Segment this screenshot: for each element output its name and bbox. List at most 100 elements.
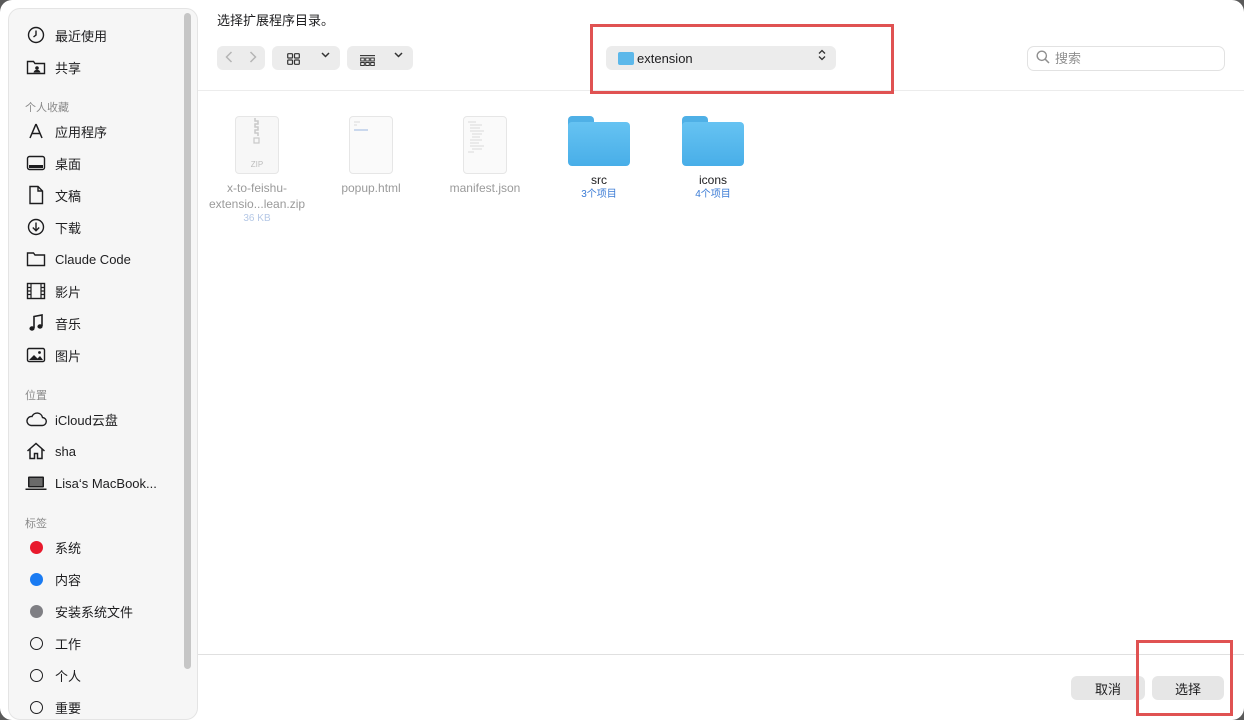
html-file-icon: [349, 116, 393, 174]
back-button[interactable]: [217, 50, 241, 66]
footer-divider: [198, 654, 1244, 655]
sidebar-item-label: iCloud云盘: [55, 412, 118, 428]
file-name-line1: x-to-feishu-: [226, 181, 288, 195]
download-icon: [25, 216, 47, 238]
blue-tag-icon: [29, 572, 43, 586]
sidebar-item-desktop[interactable]: 桌面: [25, 149, 185, 177]
group-grid-icon: [360, 53, 375, 71]
sidebar: 最近使用 共享 个人收藏 应用程序 桌面 文稿 下载 Claude Code 影…: [8, 8, 198, 720]
folder-name: icons: [698, 173, 727, 187]
file-chooser-window: 最近使用 共享 个人收藏 应用程序 桌面 文稿 下载 Claude Code 影…: [0, 0, 1244, 720]
sidebar-item-label: 内容: [55, 572, 82, 588]
cloud-icon: [25, 408, 47, 430]
folder-item-count: 3个项目: [581, 189, 617, 200]
sidebar-tag-install-files[interactable]: 安装系统文件: [25, 597, 185, 625]
sidebar-item-label: 共享: [55, 60, 82, 76]
folder-name: src: [591, 173, 607, 187]
sidebar-item-label: 文稿: [55, 188, 82, 204]
file-item[interactable]: ZIP x-to-feishu- extensio...lean.zip 36 …: [209, 116, 305, 226]
zip-label: ZIP: [250, 160, 264, 169]
sidebar-scrollbar[interactable]: [184, 13, 191, 669]
sidebar-item-label: 下载: [55, 220, 82, 236]
sidebar-item-recents[interactable]: 最近使用: [25, 21, 185, 49]
photo-icon: [25, 344, 47, 366]
search-icon: [1036, 50, 1050, 67]
chevron-right-icon: [249, 51, 257, 63]
sidebar-item-icloud[interactable]: iCloud云盘: [25, 405, 185, 433]
folder-item[interactable]: src 3个项目: [551, 116, 647, 202]
zip-file-icon: ZIP: [235, 116, 279, 174]
folder-icon: [568, 116, 630, 166]
document-icon: [25, 184, 47, 206]
sidebar-item-movies[interactable]: 影片: [25, 277, 185, 305]
sidebar-tag-work[interactable]: 工作: [25, 629, 185, 657]
sidebar-item-label: 应用程序: [55, 124, 108, 140]
folder-icon: [25, 248, 47, 270]
empty-tag-icon: [29, 668, 43, 682]
sidebar-tag-important[interactable]: 重要: [25, 693, 185, 719]
section-header-tags: 标签: [25, 518, 47, 530]
folder-item-count: 4个项目: [695, 189, 731, 200]
section-header-locations: 位置: [25, 390, 47, 402]
chevron-down-icon: [394, 50, 403, 61]
file-name: popup.html: [341, 181, 401, 195]
sidebar-item-label: Lisa‘s MacBook...: [55, 475, 157, 491]
empty-tag-icon: [29, 636, 43, 650]
sidebar-item-label: sha: [55, 443, 76, 459]
json-file-icon: [463, 116, 507, 174]
desktop-icon: [25, 152, 47, 174]
file-item[interactable]: manifest.json: [437, 116, 533, 196]
sidebar-item-label: 系统: [55, 540, 82, 556]
sidebar-item-claude-code[interactable]: Claude Code: [25, 245, 185, 273]
file-name: manifest.json: [449, 181, 521, 195]
highlight-box-path: [590, 24, 894, 94]
applications-icon: [25, 120, 47, 142]
section-header-favorites: 个人收藏: [25, 102, 69, 114]
group-by-button[interactable]: [347, 46, 413, 70]
sidebar-item-label: 个人: [55, 668, 82, 684]
file-item[interactable]: popup.html: [323, 116, 419, 196]
music-icon: [25, 312, 47, 334]
sidebar-item-label: 最近使用: [55, 28, 108, 44]
sidebar-item-pictures[interactable]: 图片: [25, 341, 185, 369]
sidebar-item-label: 桌面: [55, 156, 82, 172]
sidebar-item-label: 影片: [55, 284, 82, 300]
film-icon: [25, 280, 47, 302]
sidebar-item-label: 安装系统文件: [55, 604, 134, 620]
chevron-down-icon: [321, 50, 330, 61]
sidebar-item-applications[interactable]: 应用程序: [25, 117, 185, 145]
sidebar-tag-personal[interactable]: 个人: [25, 661, 185, 689]
sidebar-item-macbook[interactable]: Lisa‘s MacBook...: [25, 469, 185, 497]
highlight-box-choose: [1136, 640, 1233, 716]
folder-item[interactable]: icons 4个项目: [665, 116, 761, 202]
sidebar-tag-content[interactable]: 内容: [25, 565, 185, 593]
sidebar-item-music[interactable]: 音乐: [25, 309, 185, 337]
sidebar-item-documents[interactable]: 文稿: [25, 181, 185, 209]
sidebar-tag-system[interactable]: 系统: [25, 533, 185, 561]
forward-button[interactable]: [241, 50, 265, 66]
clock-icon: [25, 24, 47, 46]
back-forward-group: [217, 46, 265, 70]
dialog-title: 选择扩展程序目录。: [217, 13, 335, 28]
shared-folder-icon: [25, 56, 47, 78]
search-input[interactable]: [1055, 51, 1205, 66]
sidebar-item-shared[interactable]: 共享: [25, 53, 185, 81]
grid-icon: [287, 52, 300, 70]
search-field[interactable]: [1027, 46, 1225, 71]
laptop-icon: [25, 472, 47, 494]
cancel-button[interactable]: 取消: [1071, 676, 1145, 700]
sidebar-item-downloads[interactable]: 下载: [25, 213, 185, 241]
sidebar-item-label: 重要: [55, 700, 82, 716]
file-name-line2: extensio...lean.zip: [209, 197, 306, 211]
sidebar-item-home[interactable]: sha: [25, 437, 185, 465]
sidebar-item-label: 图片: [55, 348, 82, 364]
folder-icon: [682, 116, 744, 166]
sidebar-item-label: 工作: [55, 636, 82, 652]
file-size: 36 KB: [243, 213, 271, 224]
sidebar-item-label: 音乐: [55, 316, 82, 332]
gray-tag-icon: [29, 604, 43, 618]
sidebar-item-label: Claude Code: [55, 251, 131, 267]
icon-view-button[interactable]: [272, 46, 340, 70]
red-tag-icon: [29, 540, 43, 554]
home-icon: [25, 440, 47, 462]
